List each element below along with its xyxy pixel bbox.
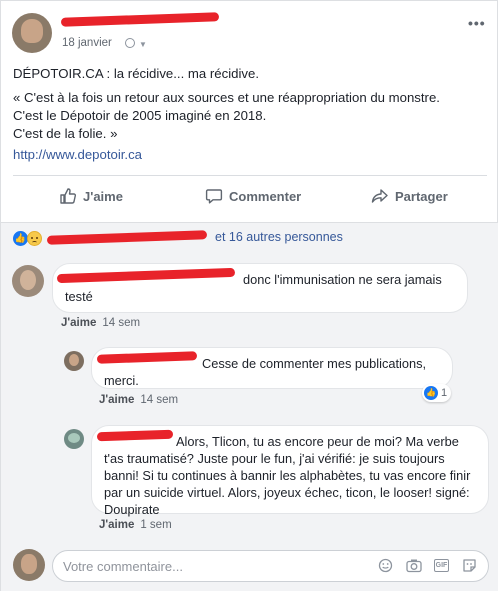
reply-avatar[interactable] xyxy=(64,429,84,449)
more-options-button[interactable]: ••• xyxy=(468,15,486,31)
camera-icon[interactable] xyxy=(405,557,422,574)
reply-like-badge[interactable]: 👍 1 xyxy=(422,384,452,402)
reply-meta: J'aime 14 sem xyxy=(99,394,178,406)
post-card: 18 janvier ▼ ••• DÉPOTOIR.CA : la récidi… xyxy=(0,0,498,591)
reply-like-count: 1 xyxy=(441,387,448,399)
thumbs-up-icon xyxy=(60,188,77,204)
post-date[interactable]: 18 janvier xyxy=(62,37,112,49)
comment-time[interactable]: 14 sem xyxy=(102,317,140,329)
redacted-author-name xyxy=(60,12,220,27)
post-link[interactable]: http://www.depotoir.ca xyxy=(13,147,142,162)
reply-text: Alors, Tlicon, tu as encore peur de moi?… xyxy=(104,434,471,517)
share-button[interactable]: Partager xyxy=(371,185,448,207)
like-icon: 👍 xyxy=(424,386,438,400)
reply-like-link[interactable]: J'aime xyxy=(99,519,134,531)
gif-icon[interactable]: GIF xyxy=(433,557,450,574)
post-line-4: C'est de la folie. » xyxy=(13,126,118,141)
divider xyxy=(13,175,487,176)
reply-time[interactable]: 14 sem xyxy=(140,394,178,406)
share-label: Partager xyxy=(395,188,448,204)
reply-time[interactable]: 1 sem xyxy=(140,519,171,531)
comment-like-link[interactable]: J'aime xyxy=(61,317,96,329)
post-line-2: « C'est à la fois un retour aux sources … xyxy=(13,90,440,105)
comment-input[interactable]: Votre commentaire... xyxy=(52,550,489,582)
comment-icon xyxy=(205,189,223,204)
sticker-icon[interactable] xyxy=(461,557,478,574)
emoji-icon[interactable] xyxy=(377,557,394,574)
comment-placeholder: Votre commentaire... xyxy=(63,558,183,574)
comment-button[interactable]: Commenter xyxy=(205,185,301,207)
post-line-1: DÉPOTOIR.CA : la récidive... ma récidive… xyxy=(13,66,259,81)
chevron-down-icon[interactable]: ▼ xyxy=(139,40,147,49)
sad-reaction-icon[interactable] xyxy=(27,231,42,246)
comment-bubble: donc l'immunisation ne sera jamais testé xyxy=(52,263,468,313)
comment-meta: J'aime 14 sem xyxy=(61,317,140,329)
comment-label: Commenter xyxy=(229,188,302,204)
reply-meta: J'aime 1 sem xyxy=(99,519,172,531)
commenter-avatar[interactable] xyxy=(12,265,44,297)
like-reaction-icon[interactable]: 👍 xyxy=(13,231,28,246)
globe-icon xyxy=(125,38,135,48)
author-avatar[interactable] xyxy=(12,13,52,53)
reply-like-link[interactable]: J'aime xyxy=(99,394,134,406)
share-icon xyxy=(371,189,388,203)
composer-avatar xyxy=(13,549,45,581)
reply-avatar[interactable] xyxy=(64,351,84,371)
post-line-3: C'est le Dépotoir de 2005 imaginé en 201… xyxy=(13,108,267,123)
like-button[interactable]: J'aime xyxy=(59,185,123,207)
like-label: J'aime xyxy=(83,188,123,204)
reactions-count[interactable]: et 16 autres personnes xyxy=(215,230,343,244)
